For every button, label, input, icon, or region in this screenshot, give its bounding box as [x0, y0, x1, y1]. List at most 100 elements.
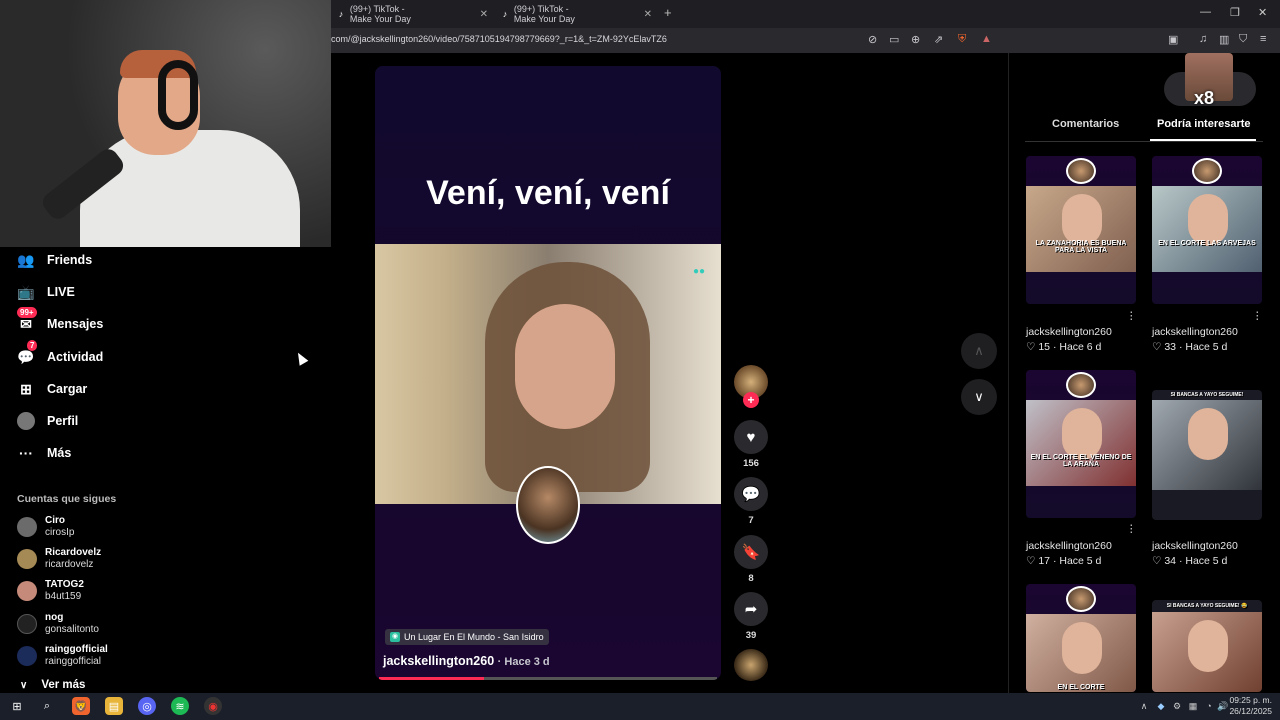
url-field[interactable]: com/@jackskellington260/video/7587105194… — [331, 34, 667, 44]
rewards-icon[interactable]: ▲ — [981, 33, 992, 45]
brave-browser-icon[interactable]: 🦁 — [72, 697, 90, 715]
tab-title: (99+) TikTok - Make Your Day — [349, 4, 411, 24]
more-icon: ··· — [19, 445, 33, 461]
sidebar-item-label: Más — [47, 446, 72, 460]
sidebar-item-label: Cargar — [47, 382, 88, 396]
recommended-video-thumb[interactable]: SI BANCAS A YAYO SEGUIME! 😂 — [1152, 600, 1262, 692]
following-account[interactable]: Ricardovelz ricardovelz — [17, 547, 101, 571]
chevron-down-icon: ∨ — [974, 389, 984, 404]
save-button[interactable]: 🔖 8 — [734, 535, 768, 584]
sidebar-item-live[interactable]: 📺 LIVE — [17, 280, 75, 304]
sidebar-item-label: Friends — [47, 253, 93, 267]
location-tag[interactable]: ◉ Un Lugar En El Mundo - San Isidro — [385, 629, 549, 645]
brave-shield-icon[interactable]: ⛨ — [958, 33, 966, 46]
following-account[interactable]: TATOG2 b4ut159 — [17, 579, 84, 603]
tray-chevron-up-icon[interactable]: ∧ — [1135, 697, 1153, 715]
next-video-button[interactable]: ∨ — [961, 379, 997, 415]
restore-icon[interactable]: ❐ — [1230, 6, 1240, 19]
profile-icon — [17, 412, 35, 430]
minimize-icon[interactable]: — — [1200, 6, 1211, 18]
sidebar-item-friends[interactable]: 👥 Friends — [17, 248, 92, 272]
more-options-icon[interactable]: ⋮ — [1126, 310, 1137, 322]
avatar — [1066, 586, 1096, 612]
video-person — [515, 304, 615, 429]
following-account[interactable]: rainggofficial rainggofficial — [17, 644, 108, 668]
more-options-icon[interactable]: ⋮ — [1252, 310, 1263, 322]
follow-plus-icon[interactable]: + — [743, 392, 759, 408]
tab-comments[interactable]: Comentarios — [1052, 118, 1119, 130]
avatar — [17, 614, 37, 634]
upload-icon: ⊞ — [20, 380, 32, 397]
author-name[interactable]: jackskellington260 — [383, 654, 494, 668]
sidebar-icon[interactable]: ▥ — [1219, 33, 1229, 46]
browser-tab-1[interactable]: ♪ (99+) TikTok - Make Your Day ✕ — [338, 4, 488, 24]
sidebar-item-label: Mensajes — [47, 317, 104, 331]
tab-recommended[interactable]: Podría interesarte — [1157, 118, 1251, 130]
sidebar-item-label: Perfil — [47, 414, 79, 428]
music-icon[interactable]: ♫ — [1199, 33, 1207, 45]
sidebar-item-upload[interactable]: ⊞ Cargar — [17, 377, 87, 401]
chevron-up-icon: ∧ — [974, 343, 984, 358]
video-author-line[interactable]: jackskellington260 · Hace 3 d — [383, 654, 550, 668]
menu-icon[interactable]: ≡ — [1260, 33, 1266, 45]
recommended-video-thumb[interactable]: SI BANCAS A YAYO SEGUIME! — [1152, 390, 1262, 520]
previous-video-button[interactable]: ∧ — [961, 333, 997, 369]
avatar — [1066, 372, 1096, 398]
sidebar-item-more[interactable]: ··· Más — [17, 441, 71, 465]
recommended-video-thumb[interactable]: EN EL CORTE EL VENENO DE LA ARAÑA — [1026, 370, 1136, 518]
video-caption-overlay: Vení, vení, vení — [426, 174, 670, 212]
system-clock[interactable]: 09:25 p. m. 26/12/2025 — [1229, 695, 1272, 717]
close-window-icon[interactable]: ✕ — [1258, 6, 1267, 19]
sidebar-item-activity[interactable]: 💬 7 Actividad — [17, 340, 103, 369]
vpn-icon[interactable]: ⛉ — [1239, 33, 1247, 46]
friends-icon: 👥 — [17, 251, 35, 268]
thumb-meta: jackskellington260 ♡ 33 · Hace 5 d — [1152, 326, 1238, 353]
new-tab-button[interactable]: + — [664, 5, 672, 20]
following-title: Cuentas que sigues — [17, 493, 117, 505]
sidebar-item-messages[interactable]: ✉ 99+ Mensajes — [17, 307, 104, 336]
video-frame[interactable]: ●● — [375, 244, 721, 504]
following-account[interactable]: nog gonsalitonto — [17, 612, 99, 636]
save-count: 8 — [748, 573, 754, 584]
sidebar-item-profile[interactable]: Perfil — [17, 409, 78, 433]
windows-start-icon[interactable]: ⊞ — [8, 697, 26, 715]
video-progress-fill — [379, 677, 484, 680]
tab-search-icon[interactable]: ▣ — [1168, 33, 1178, 46]
avatar — [17, 646, 37, 666]
share-count: 39 — [745, 630, 757, 641]
file-explorer-icon[interactable]: ▤ — [105, 697, 123, 715]
avatar — [1192, 158, 1222, 184]
cast-icon[interactable]: ▭ — [889, 33, 899, 46]
thumb-meta: jackskellington260 ♡ 17 · Hace 5 d — [1026, 540, 1112, 567]
share-button[interactable]: ➦ 39 — [734, 592, 768, 641]
comment-icon: 💬 — [734, 477, 768, 511]
more-options-icon[interactable]: ⋮ — [1126, 523, 1137, 535]
tiktok-icon: ♪ — [502, 9, 508, 19]
location-icon: ◉ — [390, 632, 400, 642]
comment-button[interactable]: 💬 7 — [734, 477, 768, 526]
video-progress-bar[interactable] — [379, 677, 717, 680]
like-button[interactable]: ♥ 156 — [734, 420, 768, 469]
post-time: Hace 3 d — [504, 656, 550, 668]
close-icon[interactable]: ✕ — [480, 9, 488, 20]
search-icon[interactable]: ⌕ — [38, 697, 56, 715]
browser-tab-2[interactable]: ♪ (99+) TikTok - Make Your Day ✕ — [502, 4, 652, 24]
video-player[interactable]: Vení, vení, vení ●● ◉ Un Lugar En El Mun… — [375, 66, 721, 680]
zoom-icon[interactable]: ⊕ — [911, 33, 920, 46]
close-icon[interactable]: ✕ — [644, 9, 652, 20]
following-account[interactable]: Ciro cirosIp — [17, 515, 74, 539]
thumb-meta: jackskellington260 ♡ 34 · Hace 5 d — [1152, 540, 1238, 567]
discord-icon[interactable]: ◎ — [138, 697, 156, 715]
recommended-video-thumb[interactable]: EN EL CORTE LAS ARVEJAS — [1152, 156, 1262, 304]
see-more-button[interactable]: ∨ Ver más — [20, 679, 85, 691]
music-disc[interactable] — [734, 649, 768, 681]
headphones — [158, 60, 198, 130]
obs-icon[interactable]: ◉ — [204, 697, 222, 715]
recommended-video-thumb[interactable]: LA ZANAHORIA ES BUENA PARA LA VISTA — [1026, 156, 1136, 304]
share-icon[interactable]: ⇗ — [934, 33, 943, 46]
avatar — [17, 517, 37, 537]
recommended-video-thumb[interactable]: EN EL CORTE — [1026, 584, 1136, 692]
spotify-icon[interactable]: ≋ — [171, 697, 189, 715]
mute-icon[interactable]: ⊘ — [868, 33, 877, 46]
avatar — [1066, 158, 1096, 184]
